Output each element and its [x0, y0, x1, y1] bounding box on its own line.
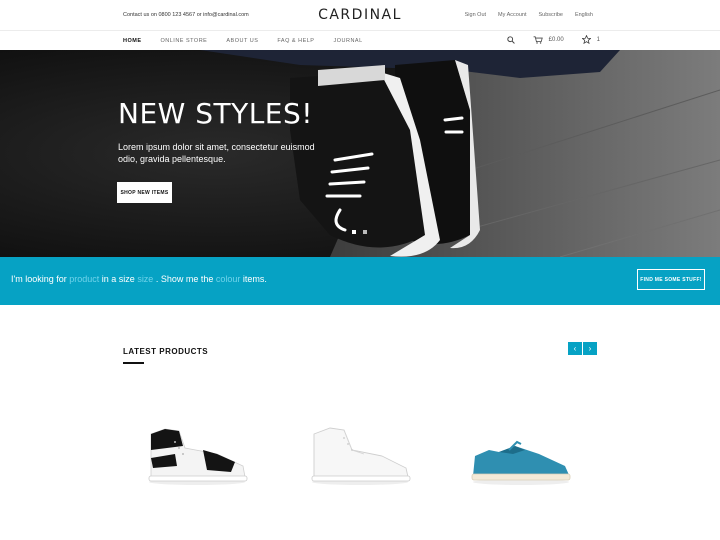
product-image-white-sneaker [311, 427, 411, 485]
product-select[interactable]: product [69, 274, 99, 284]
hero-image [0, 50, 720, 257]
finder-text-3: . Show me the [153, 274, 216, 284]
slider-dot-2[interactable] [363, 230, 367, 234]
find-stuff-button[interactable]: FIND ME SOME STUFF! [637, 269, 705, 290]
finder-text-4: items. [240, 274, 267, 284]
nav-item-faq-help[interactable]: FAQ & HELP [277, 38, 314, 44]
hero-title: NEW STYLES! [118, 97, 313, 130]
cart-icon[interactable] [533, 35, 543, 44]
prev-arrow-button[interactable]: ‹ [568, 342, 582, 355]
product-finder: I'm looking for product in a size size .… [0, 257, 720, 305]
shop-new-items-button[interactable]: SHOP NEW ITEMS [117, 182, 172, 203]
finder-text-1: I'm looking for [11, 274, 70, 284]
sign-out-link[interactable]: Sign Out [465, 12, 486, 18]
top-bar: Contact us on 0800 123 4567 or info@card… [0, 0, 720, 31]
product-card[interactable] [145, 420, 250, 491]
product-card[interactable] [469, 420, 572, 491]
nav-item-journal[interactable]: JOURNAL [333, 38, 362, 44]
latest-products-title: LATEST PRODUCTS [123, 347, 209, 356]
product-image-blue-slipon [471, 440, 571, 485]
my-account-link[interactable]: My Account [498, 12, 526, 18]
slider-dot-1[interactable] [352, 230, 356, 234]
nav-item-home[interactable]: HOME [123, 38, 142, 44]
main-nav: HOME ONLINE STORE ABOUT US FAQ & HELP JO… [0, 31, 720, 50]
account-links: Sign Out My Account Subscribe English [465, 12, 593, 18]
language-link[interactable]: English [575, 12, 593, 18]
nav-actions: £0.00 1 [506, 35, 600, 44]
nav-menu: HOME ONLINE STORE ABOUT US FAQ & HELP JO… [123, 38, 363, 44]
nav-item-about-us[interactable]: ABOUT US [226, 38, 258, 44]
cart-total[interactable]: £0.00 [549, 37, 564, 43]
size-select[interactable]: size [137, 274, 153, 284]
finder-sentence: I'm looking for product in a size size .… [11, 274, 267, 284]
colour-select[interactable]: colour [216, 274, 241, 284]
search-icon[interactable] [506, 35, 515, 44]
hero-banner: NEW STYLES! Lorem ipsum dolor sit amet, … [0, 50, 720, 257]
brand-logo[interactable]: CARDINAL [0, 7, 720, 23]
next-arrow-button[interactable]: › [583, 342, 597, 355]
subscribe-link[interactable]: Subscribe [538, 12, 562, 18]
product-card[interactable] [308, 420, 412, 491]
finder-text-2: in a size [99, 274, 138, 284]
title-underline [123, 362, 144, 364]
product-image-hightop [148, 428, 248, 485]
nav-item-online-store[interactable]: ONLINE STORE [161, 38, 208, 44]
wishlist-count[interactable]: 1 [597, 37, 600, 43]
hero-subtitle: Lorem ipsum dolor sit amet, consectetur … [118, 142, 315, 164]
star-icon[interactable] [581, 35, 591, 44]
